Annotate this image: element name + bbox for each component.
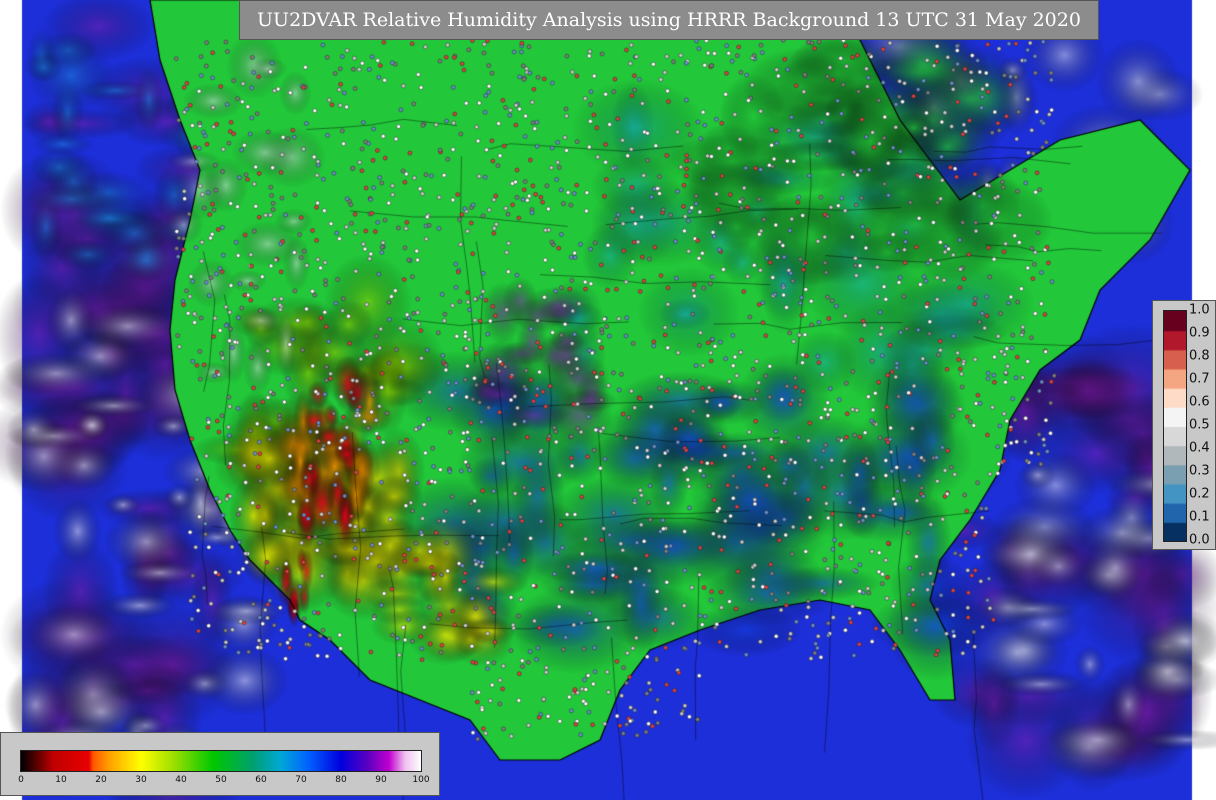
station-colorbar-tick: 0.0	[1189, 532, 1210, 548]
humidity-colorbar: 0 10 20 30 40 50 60 70 80 90 100	[0, 732, 440, 796]
humidity-colorbar-tick: 100	[412, 775, 430, 785]
humidity-colorbar-tick: 20	[95, 775, 107, 785]
station-colorbar-tick: 0.4	[1189, 440, 1210, 456]
humidity-colorbar-tick: 50	[215, 775, 227, 785]
relative-humidity-map	[0, 0, 1216, 800]
humidity-colorbar-tick: 70	[295, 775, 307, 785]
station-colorbar-tick: 0.3	[1189, 463, 1210, 479]
station-colorbar: 0.0 0.1 0.2 0.3 0.4 0.5 0.6 0.7 0.8 0.9 1.0	[1152, 300, 1216, 550]
station-colorbar-gradient	[1163, 310, 1187, 542]
humidity-colorbar-tick: 60	[255, 775, 267, 785]
station-colorbar-tick: 0.1	[1189, 509, 1210, 525]
humidity-colorbar-tick: 90	[375, 775, 387, 785]
station-colorbar-tick: 0.2	[1189, 486, 1210, 502]
station-colorbar-tick: 1.0	[1189, 302, 1210, 318]
humidity-colorbar-tick: 0	[18, 775, 24, 785]
station-colorbar-tick: 0.6	[1189, 394, 1210, 410]
humidity-colorbar-gradient	[20, 750, 422, 772]
humidity-colorbar-tick: 30	[135, 775, 147, 785]
humidity-colorbar-tick: 40	[175, 775, 187, 785]
station-colorbar-tick: 0.9	[1189, 325, 1210, 341]
station-colorbar-tick: 0.8	[1189, 348, 1210, 364]
map-title: UU2DVAR Relative Humidity Analysis using…	[257, 9, 1081, 31]
station-colorbar-tick: 0.7	[1189, 371, 1210, 387]
map-title-box: UU2DVAR Relative Humidity Analysis using…	[239, 0, 1099, 40]
station-colorbar-tick: 0.5	[1189, 417, 1210, 433]
humidity-colorbar-tick: 10	[55, 775, 67, 785]
humidity-colorbar-tick: 80	[335, 775, 347, 785]
